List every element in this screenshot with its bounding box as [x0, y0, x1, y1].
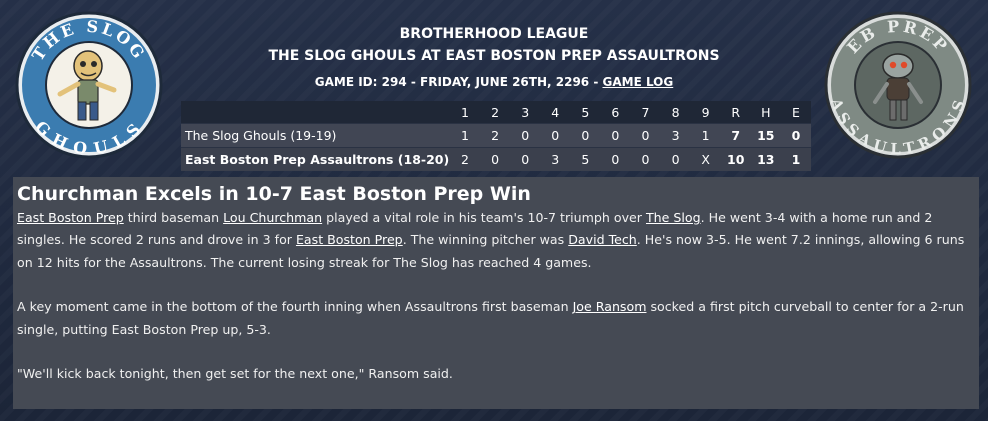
home-team-row: East Boston Prep Assaultrons (18-20) 2 0… [181, 147, 811, 171]
inning-header: 3 [510, 101, 541, 124]
inning-header: 6 [600, 101, 631, 124]
inning-score: 0 [660, 147, 691, 171]
inning-header: 5 [570, 101, 601, 124]
inning-score: 0 [510, 123, 541, 148]
robot-mascot-icon: EB PREP ASSAULTRONS [824, 11, 972, 159]
game-header: BROTHERHOOD LEAGUE THE SLOG GHOULS AT EA… [200, 24, 788, 92]
linescore-header-row: 1 2 3 4 5 6 7 8 9 R H E [181, 101, 811, 124]
story-text: played a vital role in his team's 10-7 t… [322, 210, 646, 225]
away-team-name[interactable]: The Slog Ghouls (19-19) [181, 123, 450, 148]
inning-score: 0 [600, 123, 631, 148]
team-link[interactable]: East Boston Prep [296, 232, 403, 247]
linescore-table: 1 2 3 4 5 6 7 8 9 R H E The Slog Ghouls … [181, 101, 811, 171]
story-paragraph: A key moment came in the bottom of the f… [17, 296, 975, 341]
inning-score: 0 [540, 123, 571, 148]
inning-score: 3 [540, 147, 571, 171]
inning-score: X [690, 147, 721, 171]
home-team-name[interactable]: East Boston Prep Assaultrons (18-20) [181, 147, 450, 171]
player-link[interactable]: Joe Ransom [573, 299, 647, 314]
inning-score: 0 [630, 147, 661, 171]
inning-score: 2 [449, 147, 481, 171]
hits-total: 13 [750, 147, 781, 171]
hits-header: H [750, 101, 781, 124]
inning-score: 0 [480, 147, 511, 171]
player-link[interactable]: Lou Churchman [223, 210, 322, 225]
runs-header: R [720, 101, 751, 124]
game-story-panel: Churchman Excels in 10-7 East Boston Pre… [13, 177, 979, 409]
inning-score: 2 [480, 123, 511, 148]
story-text: A key moment came in the bottom of the f… [17, 299, 573, 315]
team-link[interactable]: East Boston Prep [17, 210, 124, 225]
inning-score: 0 [510, 147, 541, 171]
inning-header: 1 [449, 101, 481, 124]
story-text: . The winning pitcher was [402, 232, 569, 248]
league-name: BROTHERHOOD LEAGUE [399, 26, 589, 42]
matchup-title: THE SLOG GHOULS AT EAST BOSTON PREP ASSA… [268, 48, 720, 64]
inning-score: 0 [570, 123, 601, 148]
game-meta-text: GAME ID: 294 - FRIDAY, JUNE 26TH, 2296 - [314, 75, 603, 89]
inning-score: 0 [600, 147, 631, 171]
errors-total: 1 [780, 147, 811, 171]
away-team-logo[interactable]: THE SLOG GHOULS [14, 10, 164, 160]
story-text: third baseman [123, 210, 224, 225]
game-log-link[interactable]: GAME LOG [602, 75, 673, 89]
inning-header: 7 [630, 101, 661, 124]
inning-header: 9 [690, 101, 721, 124]
errors-header: E [780, 101, 811, 124]
inning-score: 5 [570, 147, 601, 171]
inning-header: 8 [660, 101, 691, 124]
inning-score: 3 [660, 123, 691, 148]
game-meta: GAME ID: 294 - FRIDAY, JUNE 26TH, 2296 -… [200, 72, 788, 92]
inning-header: 2 [480, 101, 511, 124]
story-paragraph: East Boston Prep third baseman Lou Churc… [17, 207, 975, 274]
team-column-header [181, 101, 450, 124]
zombie-mascot-icon: THE SLOG GHOULS [15, 11, 163, 159]
home-team-logo[interactable]: EB PREP ASSAULTRONS [823, 10, 973, 160]
away-team-row: The Slog Ghouls (19-19) 1 2 0 0 0 0 0 3 … [181, 123, 811, 148]
runs-total: 7 [720, 123, 751, 148]
hits-total: 15 [750, 123, 781, 148]
story-headline: Churchman Excels in 10-7 East Boston Pre… [17, 183, 531, 205]
inning-score: 1 [690, 123, 721, 148]
runs-total: 10 [720, 147, 751, 171]
inning-header: 4 [540, 101, 571, 124]
team-link[interactable]: The Slog [646, 210, 701, 225]
inning-score: 0 [630, 123, 661, 148]
errors-total: 0 [780, 123, 811, 148]
story-quote: "We'll kick back tonight, then get set f… [17, 366, 453, 382]
inning-score: 1 [449, 123, 481, 148]
player-link[interactable]: David Tech [568, 232, 637, 247]
